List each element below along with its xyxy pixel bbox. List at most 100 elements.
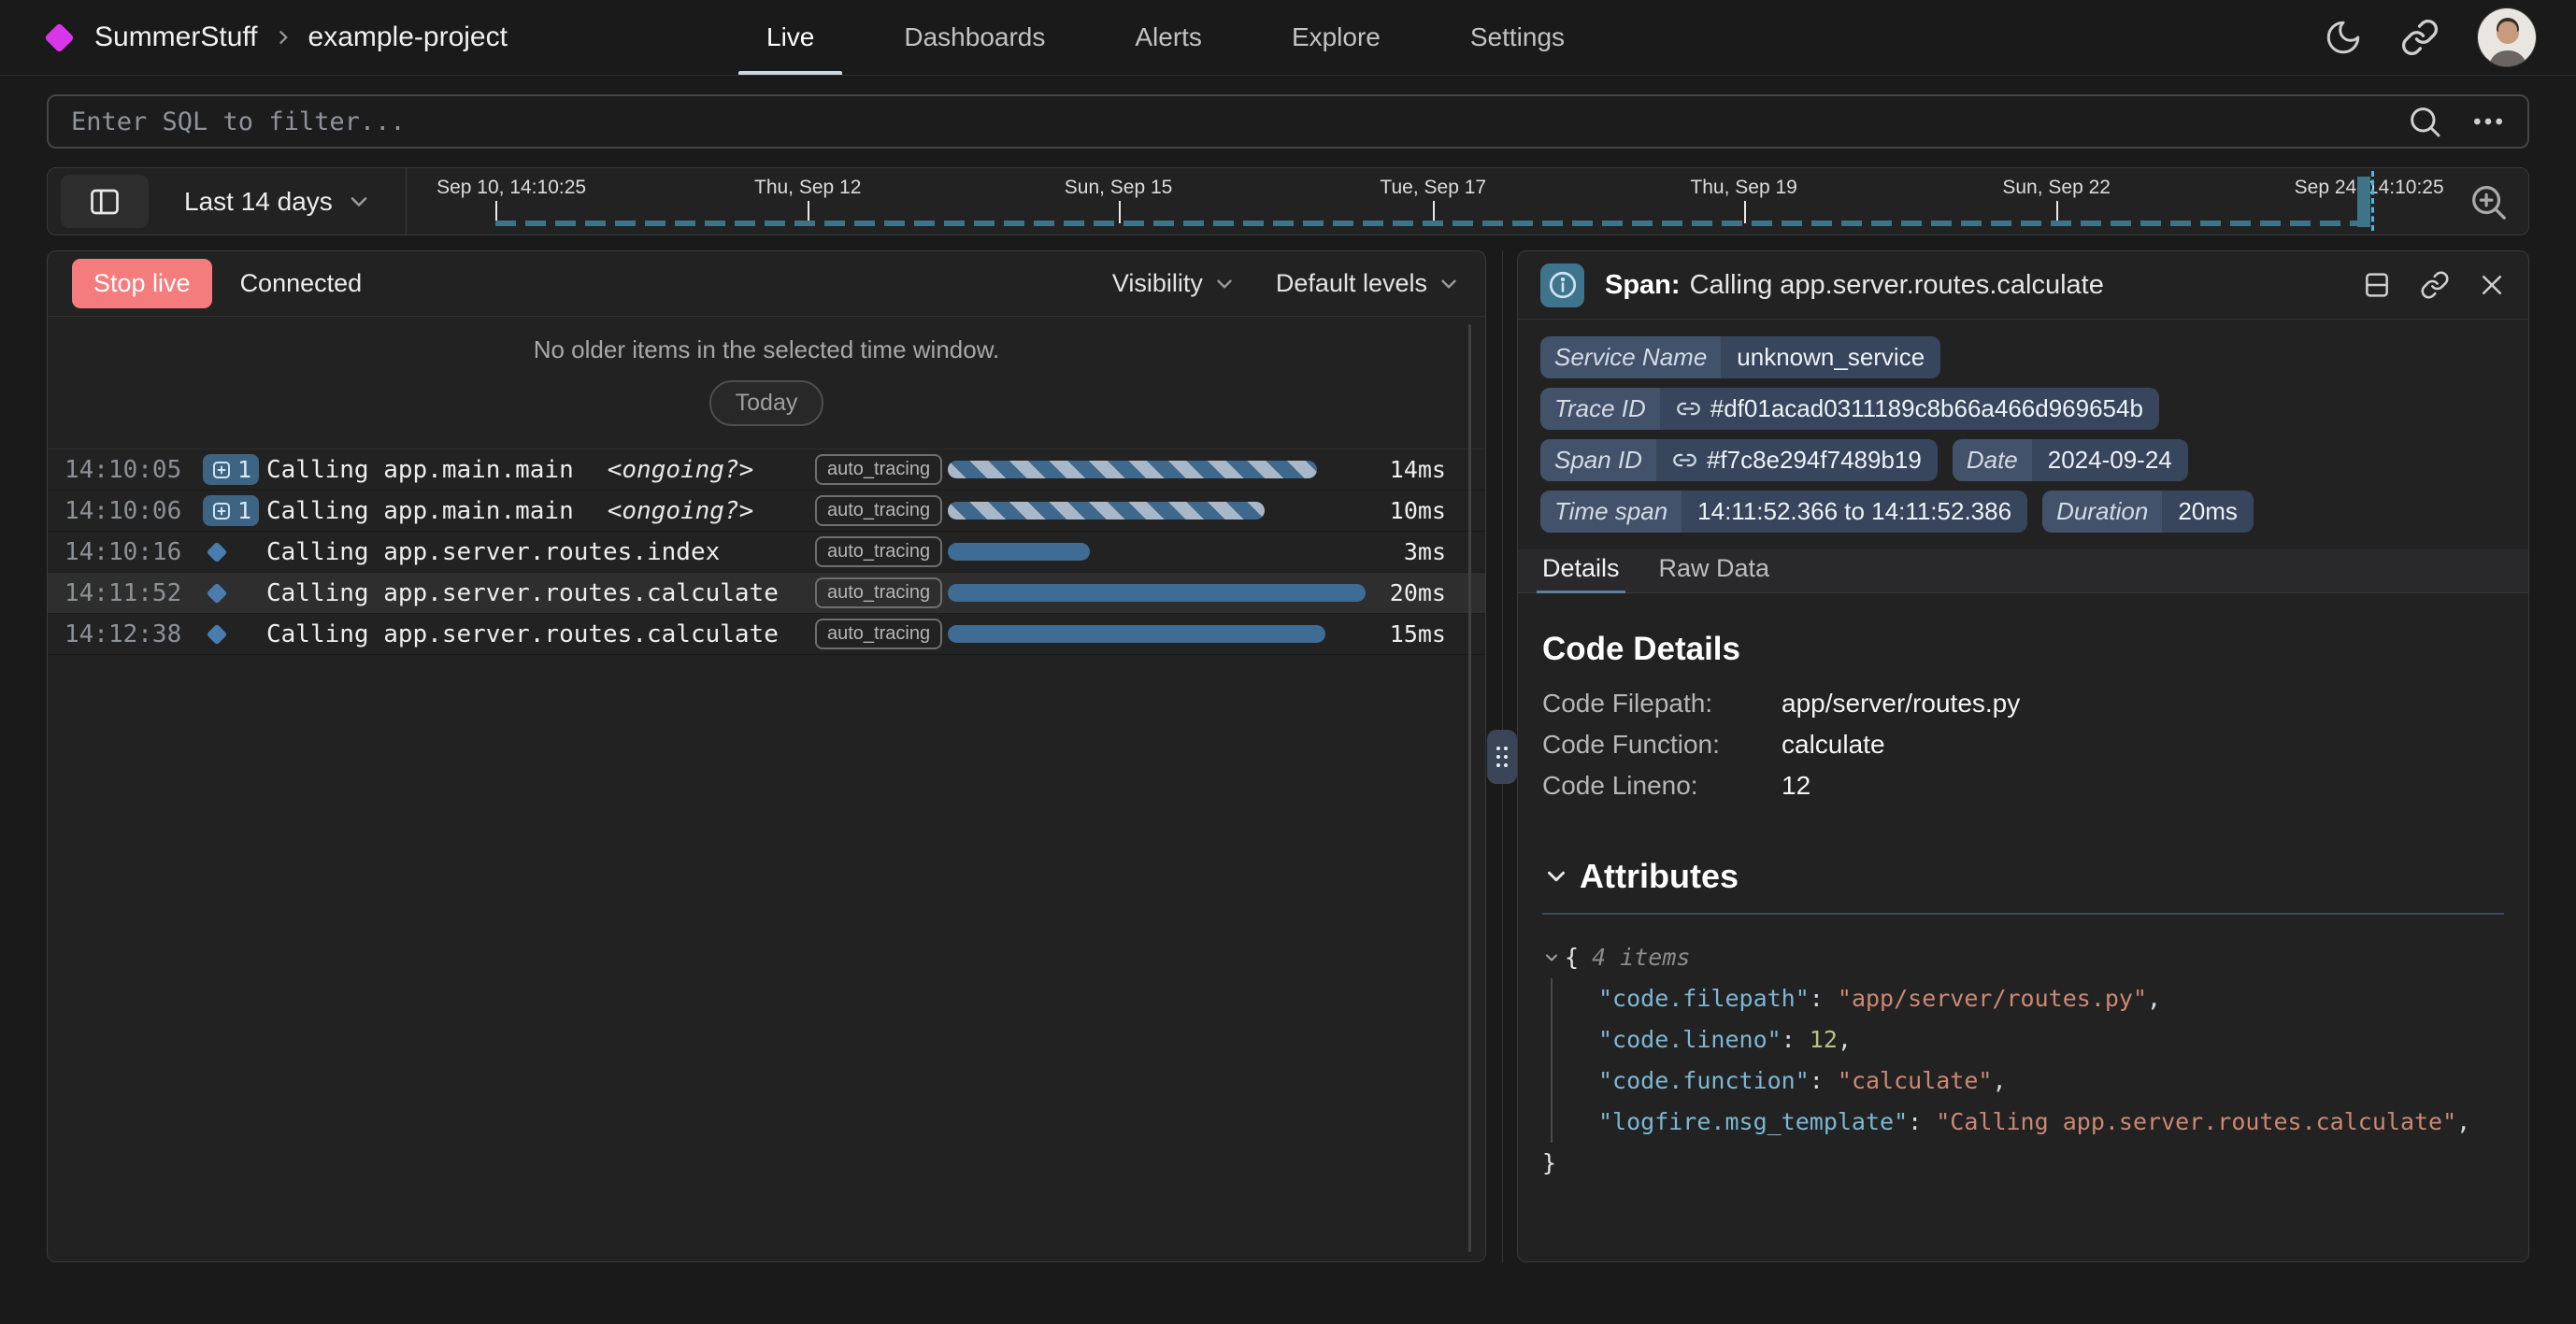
code-lineno-row: Code Lineno: 12: [1542, 765, 2504, 806]
span-duration-bar[interactable]: [948, 543, 1090, 561]
trace-row[interactable]: 14:10:05 1 Calling app.main.main <ongoin…: [48, 449, 1485, 491]
visibility-dropdown[interactable]: Visibility: [1112, 269, 1237, 298]
timeline-activity-spike: [2357, 177, 2370, 227]
tab-details[interactable]: Details: [1542, 554, 1620, 592]
close-icon[interactable]: [2478, 271, 2506, 299]
link-icon[interactable]: [1676, 396, 1701, 421]
span-duration-bar[interactable]: [948, 502, 1265, 520]
user-avatar[interactable]: [2477, 7, 2537, 67]
nav-actions: [2324, 7, 2537, 67]
duration-badge: Duration 20ms: [2042, 491, 2254, 533]
nav-tabs: Live Dashboards Alerts Explore Settings: [766, 0, 1565, 75]
nav-tab-live[interactable]: Live: [766, 0, 814, 75]
attributes-collapse-toggle[interactable]: Attributes: [1542, 857, 2504, 896]
tab-raw-data[interactable]: Raw Data: [1659, 554, 1770, 592]
trace-timestamp: 14:10:16: [64, 538, 197, 566]
json-entry: "code.filepath": "app/server/routes.py",: [1598, 978, 2504, 1019]
breadcrumb: SummerStuff example-project: [39, 21, 766, 53]
connection-status: Connected: [240, 269, 363, 298]
today-button[interactable]: Today: [709, 380, 824, 426]
span-duration-bar[interactable]: [948, 584, 1366, 602]
collapsed-count: 1: [237, 456, 251, 483]
span-title-text: Calling app.server.routes.calculate: [1690, 270, 2104, 300]
panel-resize-divider: [1486, 250, 1517, 1262]
code-function-row: Code Function: calculate: [1542, 724, 2504, 765]
trace-row[interactable]: 14:10:06 1 Calling app.main.main <ongoin…: [48, 491, 1485, 532]
badge-label: Date: [1953, 439, 2032, 481]
brand-name[interactable]: SummerStuff: [94, 21, 258, 53]
chevron-down-icon: [1542, 948, 1561, 967]
panel-resize-handle[interactable]: [1487, 730, 1517, 784]
timeline-selection-cursor[interactable]: [2371, 171, 2374, 231]
default-levels-dropdown[interactable]: Default levels: [1276, 269, 1461, 298]
nav-tab-explore[interactable]: Explore: [1292, 0, 1381, 75]
badge-value: unknown_service: [1721, 336, 1940, 378]
trace-message: Calling app.main.main: [266, 456, 574, 484]
top-nav: SummerStuff example-project Live Dashboa…: [0, 0, 2576, 76]
app-root: SummerStuff example-project Live Dashboa…: [0, 0, 2576, 1262]
trace-timestamp: 14:10:06: [64, 497, 197, 525]
no-older-items-notice: No older items in the selected time wind…: [48, 317, 1485, 449]
json-root-toggle[interactable]: { 4 items: [1542, 937, 2504, 978]
trace-row[interactable]: 14:10:16 Calling app.server.routes.index…: [48, 532, 1485, 573]
json-close-brace: }: [1542, 1149, 1556, 1176]
nav-tab-dashboards[interactable]: Dashboards: [904, 0, 1045, 75]
trace-tag: auto_tracing: [815, 536, 942, 567]
badge-value: 2024-09-24: [2032, 439, 2188, 481]
nav-tab-settings[interactable]: Settings: [1470, 0, 1565, 75]
timeline-bar: Last 14 days Sep 10, 14:10:25 Thu, Sep 1…: [47, 167, 2529, 235]
copy-link-icon[interactable]: [2420, 270, 2450, 300]
sidebar-toggle-icon[interactable]: [61, 175, 149, 228]
span-duration-bar[interactable]: [948, 461, 1317, 478]
json-item-count: 4 items: [1592, 937, 1690, 978]
span-diamond-icon: [207, 582, 228, 604]
timeline-track[interactable]: Sep 10, 14:10:25 Thu, Sep 12 Sun, Sep 15…: [433, 168, 2450, 235]
trace-id-badge[interactable]: Trace ID #df01acad0311189c8b66a466d96965…: [1540, 388, 2159, 430]
stop-live-button[interactable]: Stop live: [72, 259, 212, 308]
nav-tab-alerts[interactable]: Alerts: [1135, 0, 1202, 75]
scrollbar[interactable]: [1468, 324, 1471, 1252]
trace-duration: 20ms: [1390, 579, 1446, 606]
span-diamond-icon: [207, 541, 228, 562]
trace-timestamp: 14:12:38: [64, 620, 197, 648]
trace-message: Calling app.server.routes.calculate: [266, 579, 779, 607]
collapsed-span-count-icon[interactable]: 1: [203, 454, 259, 485]
brand-logo-icon[interactable]: [44, 22, 75, 53]
split-view-icon[interactable]: [2362, 270, 2392, 300]
span-id-badge[interactable]: Span ID #f7c8e294f7489b19: [1540, 439, 1938, 481]
zoom-in-icon[interactable]: [2467, 180, 2510, 223]
search-icon[interactable]: [2406, 103, 2443, 140]
more-options-icon[interactable]: [2469, 103, 2507, 140]
service-name-badge: Service Name unknown_service: [1540, 336, 1940, 378]
json-open-brace: {: [1565, 937, 1579, 978]
attributes-divider: [1542, 913, 2504, 915]
span-title-prefix: Span:: [1605, 270, 1681, 300]
ongoing-indicator: <ongoing?>: [608, 456, 754, 484]
dark-mode-moon-icon[interactable]: [2324, 18, 2363, 57]
json-entry: "logfire.msg_template": "Calling app.ser…: [1598, 1102, 2504, 1143]
collapsed-count: 1: [237, 497, 251, 524]
trace-duration: 14ms: [1390, 456, 1446, 483]
ongoing-indicator: <ongoing?>: [608, 497, 754, 525]
badge-value: #f7c8e294f7489b19: [1707, 446, 1922, 475]
time-range-select[interactable]: Last 14 days: [184, 187, 372, 217]
span-detail-panel: Span: Calling app.server.routes.calculate: [1517, 250, 2529, 1262]
breadcrumb-project[interactable]: example-project: [308, 21, 508, 53]
trace-timestamp: 14:10:05: [64, 456, 197, 484]
collapsed-span-count-icon[interactable]: 1: [203, 495, 259, 526]
sql-filter-input[interactable]: [49, 96, 2406, 147]
share-link-icon[interactable]: [2400, 18, 2440, 57]
trace-row[interactable]: 14:12:38 Calling app.server.routes.calcu…: [48, 614, 1485, 655]
badge-value: #df01acad0311189c8b66a466d969654b: [1710, 394, 2143, 423]
json-entry: "code.function": "calculate",: [1598, 1061, 2504, 1102]
trace-row-selected[interactable]: 14:11:52 Calling app.server.routes.calcu…: [48, 573, 1485, 614]
chevron-down-icon: [1437, 272, 1461, 296]
kv-label: Code Function:: [1542, 724, 1782, 765]
link-icon[interactable]: [1672, 448, 1697, 473]
trace-message: Calling app.server.routes.index: [266, 538, 720, 566]
chevron-down-icon: [1212, 272, 1237, 296]
span-duration-bar[interactable]: [948, 625, 1325, 643]
badge-label: Trace ID: [1540, 388, 1660, 430]
live-panel-header: Stop live Connected Visibility Default l…: [48, 251, 1485, 317]
sql-filter-bar: [47, 94, 2529, 149]
